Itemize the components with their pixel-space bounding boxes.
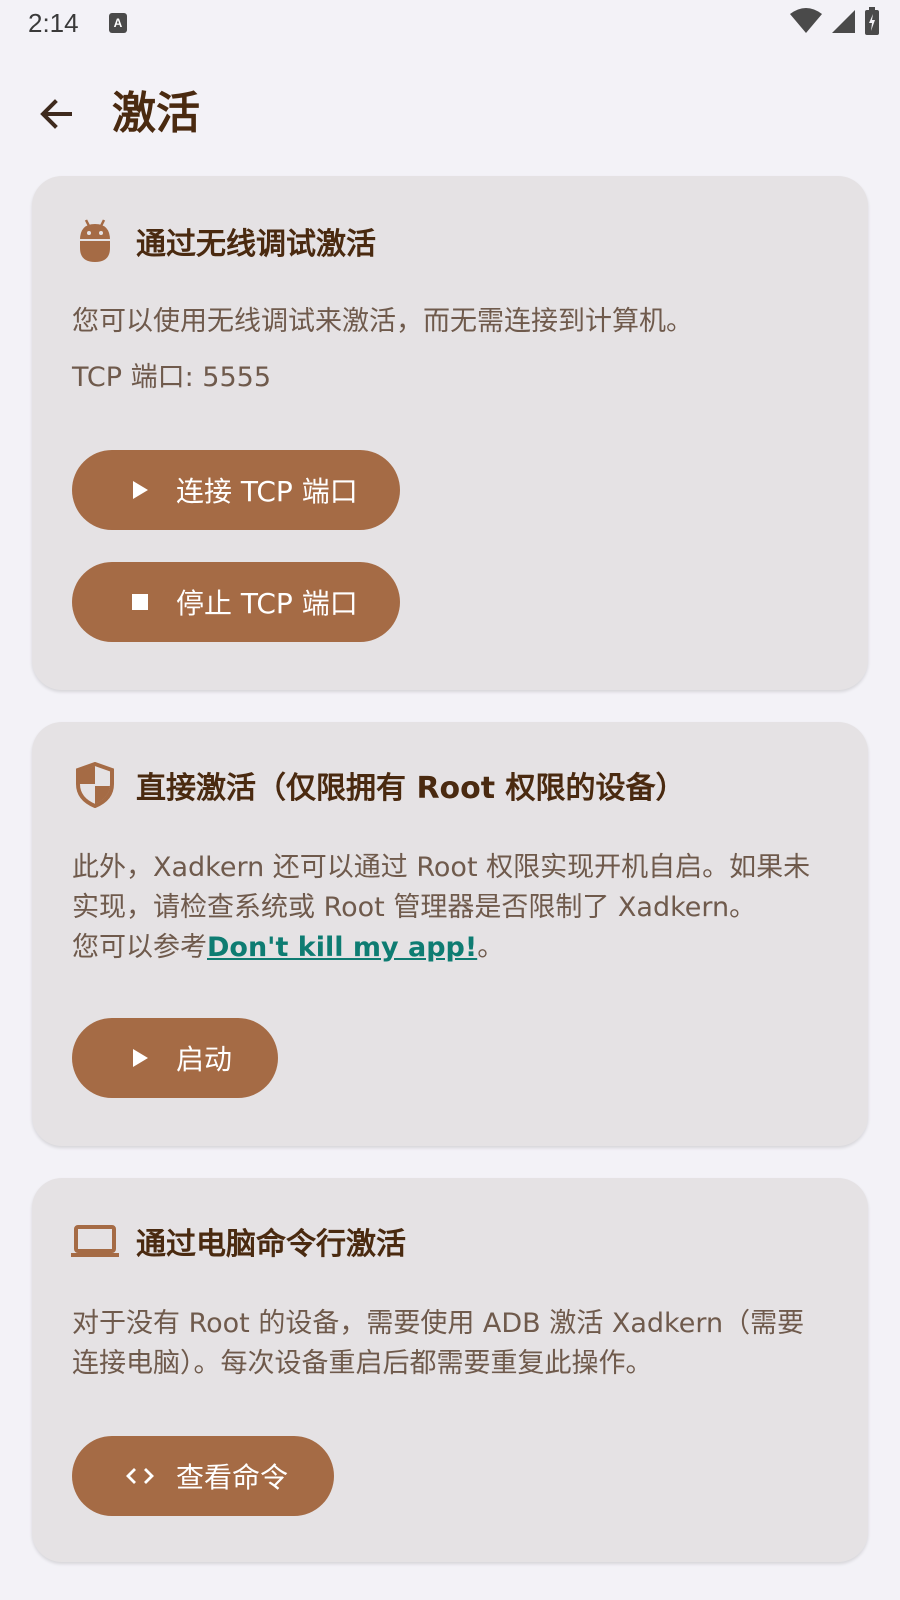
reference-prefix: 您可以参考 <box>72 932 207 963</box>
tcp-port-text: TCP 端口: 5555 <box>72 362 272 393</box>
start-button[interactable]: 启动 <box>72 1018 278 1098</box>
wireless-activation-card: 通过无线调试激活 您可以使用无线调试来激活，而无需连接到计算机。 TCP 端口:… <box>32 176 868 690</box>
card-header: 通过无线调试激活 <box>72 216 376 266</box>
button-label: 启动 <box>176 1043 233 1076</box>
stop-icon <box>120 593 160 611</box>
status-bar: 2:14 A <box>0 0 900 50</box>
card-header: 直接激活（仅限拥有 Root 权限的设备） <box>72 760 686 810</box>
root-activation-card: 直接激活（仅限拥有 Root 权限的设备） 此外，Xadkern 还可以通过 R… <box>32 722 868 1146</box>
card-title: 通过电脑命令行激活 <box>136 1227 406 1262</box>
back-button[interactable] <box>26 86 86 146</box>
card-description: 对于没有 Root 的设备，需要使用 ADB 激活 Xadkern（需要连接电脑… <box>72 1308 805 1379</box>
arrow-back-icon <box>38 96 74 136</box>
card-description: 您可以使用无线调试来激活，而无需连接到计算机。 <box>72 306 693 337</box>
svg-text:A: A <box>114 16 123 30</box>
wifi-icon <box>790 8 822 38</box>
card-header: 通过电脑命令行激活 <box>70 1216 406 1266</box>
view-command-button[interactable]: 查看命令 <box>72 1436 334 1516</box>
play-icon <box>120 480 160 500</box>
card-description: 此外，Xadkern 还可以通过 Root 权限实现开机自启。如果未实现，请检查… <box>72 848 828 968</box>
connect-tcp-button[interactable]: 连接 TCP 端口 <box>72 450 400 530</box>
app-bar: 激活 <box>0 70 900 160</box>
battery-icon <box>864 7 880 39</box>
reference-suffix: 。 <box>477 932 505 963</box>
stop-tcp-button[interactable]: 停止 TCP 端口 <box>72 562 400 642</box>
laptop-icon <box>70 1216 120 1266</box>
status-icons <box>790 7 880 39</box>
button-label: 连接 TCP 端口 <box>176 475 358 508</box>
android-icon <box>70 216 120 266</box>
signal-icon <box>830 8 856 38</box>
pc-activation-card: 通过电脑命令行激活 对于没有 Root 的设备，需要使用 ADB 激活 Xadk… <box>32 1178 868 1562</box>
dont-kill-my-app-link[interactable]: Don't kill my app! <box>207 932 477 963</box>
code-icon <box>120 1466 160 1486</box>
button-label: 停止 TCP 端口 <box>176 587 358 620</box>
play-icon <box>120 1048 160 1068</box>
button-label: 查看命令 <box>176 1461 289 1494</box>
shield-icon <box>70 760 120 810</box>
card-title: 通过无线调试激活 <box>136 227 376 262</box>
status-time: 2:14 <box>28 8 79 38</box>
page-title: 激活 <box>112 88 200 139</box>
accessibility-icon: A <box>108 12 128 34</box>
card-title: 直接激活（仅限拥有 Root 权限的设备） <box>136 771 686 806</box>
root-description-text: 此外，Xadkern 还可以通过 Root 权限实现开机自启。如果未实现，请检查… <box>72 852 811 923</box>
